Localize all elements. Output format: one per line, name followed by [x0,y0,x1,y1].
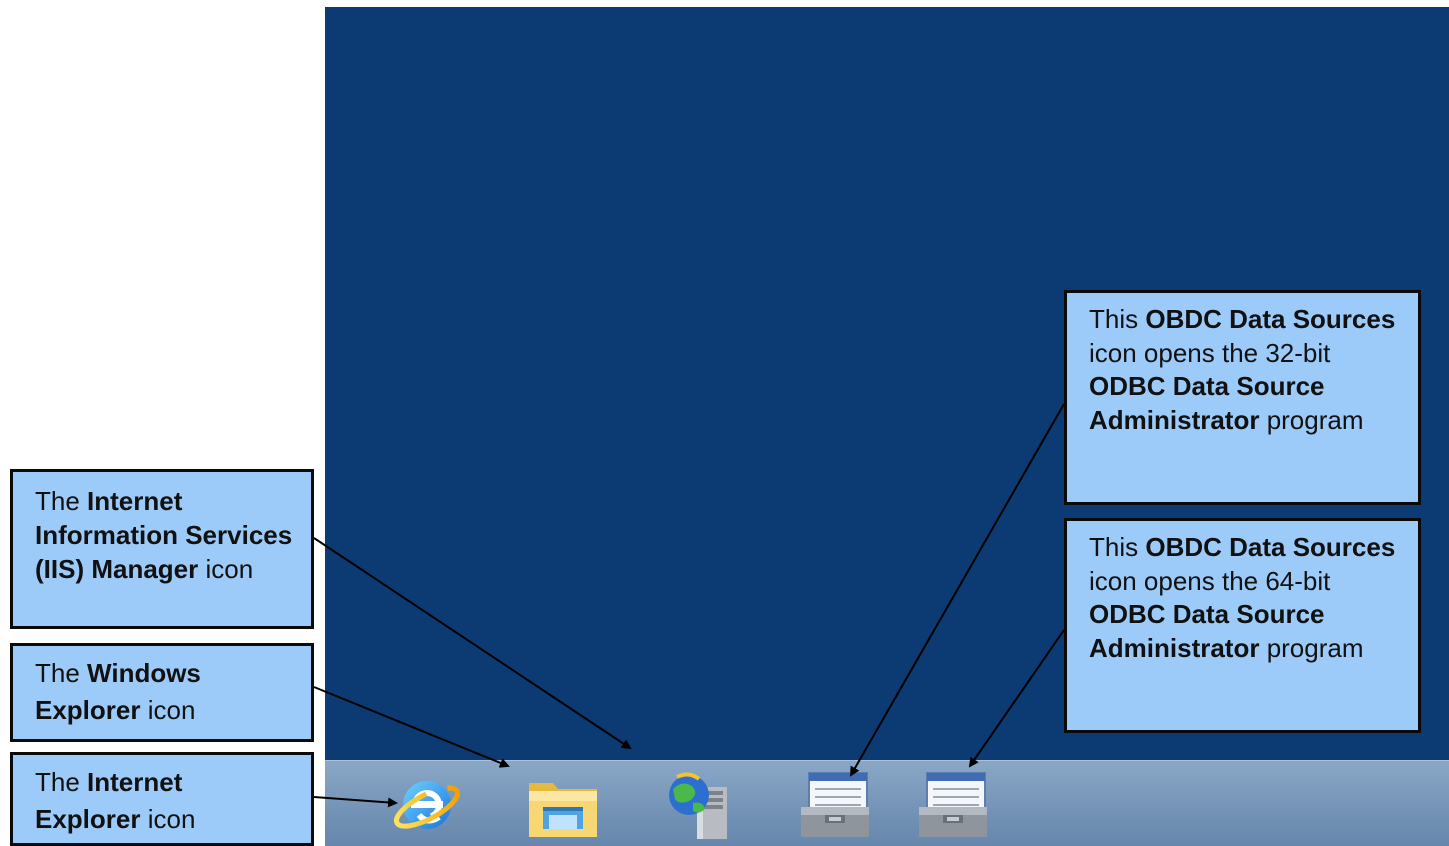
iis-manager-callout: The Internet Information Services (IIS) … [10,469,314,629]
odbc-32-icon [801,772,869,837]
odbc64-b1: OBDC Data Sources [1145,532,1396,562]
internet-explorer-icon [393,781,461,829]
iis-callout-post: icon [198,554,254,584]
iis-manager-taskbar-button[interactable] [659,765,739,845]
windows-explorer-callout: The Windows Explorer icon [10,643,314,742]
odbc-32-taskbar-button[interactable] [795,765,875,845]
odbc32-t2: icon opens the 32-bit [1089,337,1331,368]
odbc-32-callout: This OBDC Data Sources icon opens the 32… [1064,290,1421,505]
odbc-64-callout: This OBDC Data Sources icon opens the 64… [1064,518,1421,733]
odbc64-t2: icon opens the 64-bit [1089,565,1331,596]
internet-explorer-callout: The Internet Explorer icon [10,752,314,846]
odbc32-b1: OBDC Data Sources [1145,304,1396,334]
iis-manager-icon [669,772,727,839]
iis-callout-pre: The [35,486,88,516]
odbc32-t3: program [1259,404,1364,435]
odbc-64-taskbar-button[interactable] [913,765,993,845]
internet-explorer-taskbar-button[interactable] [387,765,467,845]
explorer-callout-pre: The [35,658,88,688]
file-explorer-taskbar-button[interactable] [523,765,603,845]
screenshot-stage: The Internet Information Services (IIS) … [0,0,1449,846]
taskbar [325,760,1449,846]
odbc32-t1: This [1089,304,1146,334]
odbc-64-icon [919,772,987,837]
explorer-callout-post: icon [140,695,196,725]
ie-callout-post: icon [140,804,196,834]
ie-callout-pre: The [35,767,88,797]
odbc64-t3: program [1259,632,1364,663]
file-explorer-icon [529,783,597,837]
odbc64-t1: This [1089,532,1146,562]
